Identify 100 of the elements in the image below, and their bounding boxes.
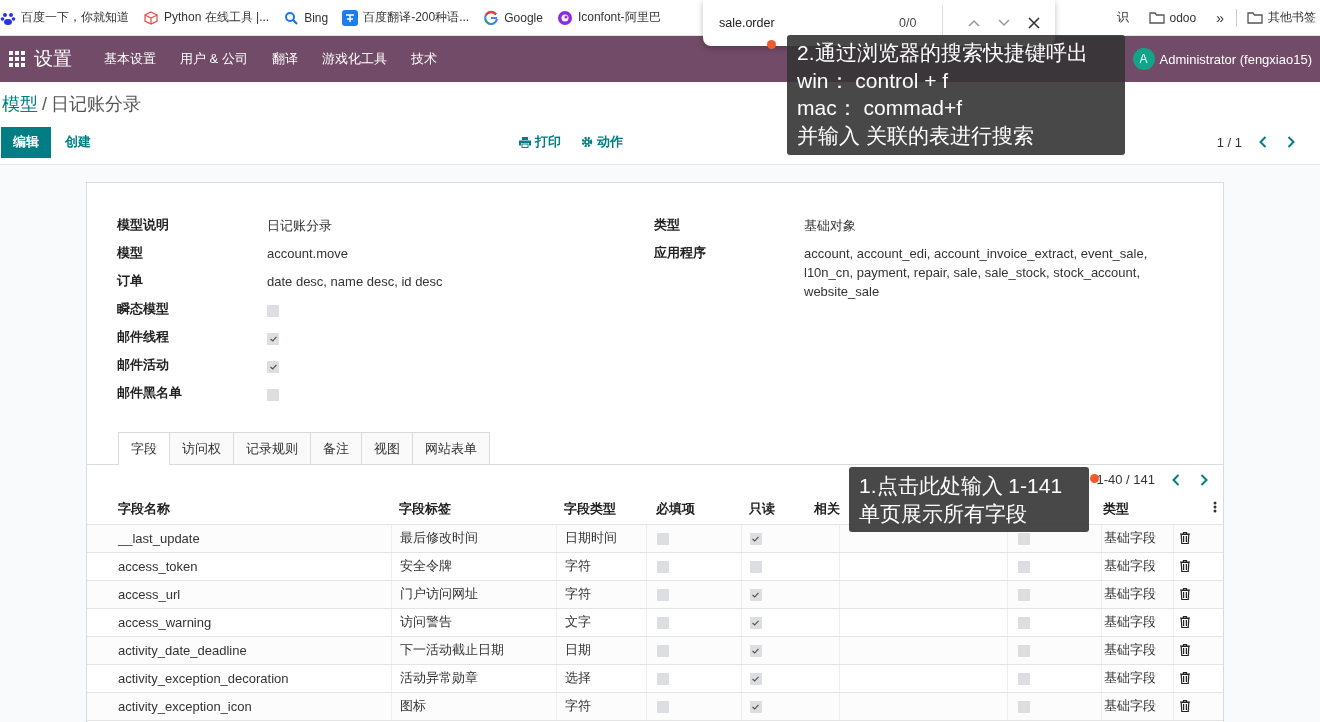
user-name[interactable]: Administrator (fengxiao15) bbox=[1159, 51, 1312, 67]
column-header[interactable]: 相关 bbox=[814, 499, 840, 518]
table-cell: 基础字段 bbox=[1101, 580, 1173, 608]
close-icon bbox=[1028, 17, 1041, 29]
nav-menu-item[interactable]: 翻译 bbox=[259, 36, 310, 82]
breadcrumb-separator: / bbox=[42, 93, 47, 115]
checkbox[interactable] bbox=[1017, 561, 1030, 574]
field-label: 模型 bbox=[117, 244, 144, 262]
tab[interactable]: 视图 bbox=[361, 432, 413, 464]
column-header[interactable]: 必填项 bbox=[646, 494, 741, 524]
bookmark[interactable]: Bing bbox=[283, 9, 329, 26]
column-header[interactable]: 类型 bbox=[1101, 494, 1173, 524]
checkbox[interactable] bbox=[267, 332, 279, 345]
search-icon bbox=[283, 9, 300, 26]
delete-button[interactable] bbox=[1179, 672, 1190, 684]
bookmark[interactable]: Google bbox=[483, 9, 543, 26]
checkbox[interactable] bbox=[267, 388, 279, 401]
bookmark[interactable]: Iconfont-阿里巴 bbox=[556, 9, 661, 26]
checkbox[interactable] bbox=[1017, 673, 1030, 686]
table-cell: access_warning bbox=[87, 608, 391, 636]
table-cell: 基础字段 bbox=[1101, 608, 1173, 636]
printer-icon bbox=[519, 136, 531, 148]
nav-menu-item[interactable]: 用户 & 公司 bbox=[168, 36, 260, 82]
checkbox[interactable] bbox=[1017, 701, 1030, 714]
field-label: 邮件活动 bbox=[117, 356, 170, 374]
table-cell: 字符 bbox=[556, 580, 646, 608]
bookmark[interactable]: odoo bbox=[1148, 9, 1197, 26]
nav-menu-item[interactable]: 技术 bbox=[398, 36, 449, 82]
checkbox[interactable] bbox=[1017, 533, 1030, 546]
match-count: 0/0 bbox=[898, 16, 918, 30]
marker-dot bbox=[1090, 474, 1099, 483]
chevron-left-icon bbox=[1172, 473, 1180, 486]
checkbox[interactable] bbox=[656, 589, 669, 602]
checkbox[interactable] bbox=[749, 589, 762, 602]
checkbox[interactable] bbox=[267, 304, 279, 317]
delete-button[interactable] bbox=[1179, 700, 1190, 712]
delete-button[interactable] bbox=[1179, 532, 1190, 544]
app-title: 设置 bbox=[34, 47, 72, 71]
nav-menu-item[interactable]: 基本设置 bbox=[92, 36, 168, 82]
delete-button[interactable] bbox=[1179, 588, 1190, 600]
checkbox[interactable] bbox=[656, 533, 669, 546]
checkbox[interactable] bbox=[267, 360, 279, 373]
trash-icon bbox=[1179, 532, 1190, 544]
table-cell: 日期 bbox=[556, 636, 646, 664]
checkmark-icon bbox=[269, 363, 277, 370]
checkbox[interactable] bbox=[656, 561, 669, 574]
field-label: 模型说明 bbox=[117, 216, 170, 234]
edit-button[interactable]: 编辑 bbox=[1, 126, 51, 158]
delete-button[interactable] bbox=[1179, 644, 1190, 656]
nav-menu-item[interactable]: 游戏化工具 bbox=[309, 36, 399, 82]
table-cell: 活动异常勋章 bbox=[391, 664, 556, 692]
column-header[interactable]: 字段标签 bbox=[391, 494, 556, 524]
column-header[interactable]: 字段类型 bbox=[556, 494, 646, 524]
bookmark[interactable]: Python 在线工具 |... bbox=[143, 9, 270, 26]
checkbox[interactable] bbox=[656, 617, 669, 630]
checkbox[interactable] bbox=[749, 561, 762, 574]
breadcrumb-link[interactable]: 模型 bbox=[2, 92, 38, 116]
folder-icon bbox=[1148, 9, 1165, 26]
table-cell: access_token bbox=[87, 552, 391, 580]
translate-icon bbox=[342, 9, 359, 26]
action-button[interactable]: 动作 bbox=[581, 133, 623, 151]
checkbox[interactable] bbox=[656, 673, 669, 686]
chevron-left-icon bbox=[1259, 136, 1267, 148]
bookmark[interactable]: 百度翻译-200种语... bbox=[342, 9, 470, 26]
chevron-right-icon bbox=[1287, 136, 1295, 148]
bookmark[interactable]: 百度一下，你就知道 bbox=[0, 9, 129, 26]
tab[interactable]: 备注 bbox=[310, 432, 362, 464]
more-bookmarks-button[interactable]: » bbox=[1216, 9, 1224, 26]
field-value: 日记账分录 bbox=[267, 218, 332, 233]
checkbox[interactable] bbox=[1017, 617, 1030, 630]
field-value: 基础对象 bbox=[804, 218, 856, 233]
tab[interactable]: 记录规则 bbox=[233, 432, 311, 464]
tab[interactable]: 字段 bbox=[118, 432, 170, 465]
checkbox[interactable] bbox=[749, 645, 762, 658]
annotation-tooltip: 2.通过浏览器的搜索快捷键呼出 win： control + f mac： commad+f 并输入 关联的表进行搜索 bbox=[787, 35, 1125, 155]
chevron-down-icon bbox=[998, 19, 1011, 27]
print-button[interactable]: 打印 bbox=[519, 133, 561, 151]
table-cell: activity_exception_icon bbox=[87, 692, 391, 720]
create-button[interactable]: 创建 bbox=[53, 126, 103, 158]
delete-button[interactable] bbox=[1179, 560, 1190, 572]
pager-value[interactable]: 1-40 / 141 bbox=[1096, 472, 1155, 487]
tab[interactable]: 访问权 bbox=[169, 432, 234, 464]
checkbox[interactable] bbox=[656, 701, 669, 714]
gear-icon bbox=[581, 136, 593, 148]
delete-button[interactable] bbox=[1179, 616, 1190, 628]
checkmark-icon bbox=[752, 592, 759, 599]
chevron-up-icon bbox=[968, 19, 981, 27]
checkbox[interactable] bbox=[749, 701, 762, 714]
bookmark[interactable]: 其他书签 bbox=[1247, 9, 1316, 26]
checkbox[interactable] bbox=[749, 673, 762, 686]
checkbox[interactable] bbox=[1017, 645, 1030, 658]
checkbox[interactable] bbox=[749, 617, 762, 630]
column-header[interactable]: 字段名称 bbox=[87, 494, 391, 524]
tab[interactable]: 网站表单 bbox=[412, 432, 490, 464]
checkbox[interactable] bbox=[656, 645, 669, 658]
checkbox[interactable] bbox=[749, 533, 762, 546]
trash-icon bbox=[1179, 644, 1190, 656]
bookmark[interactable]: 识 bbox=[1116, 9, 1129, 26]
pager-value[interactable]: 1 / 1 bbox=[1216, 134, 1242, 150]
checkbox[interactable] bbox=[1017, 589, 1030, 602]
